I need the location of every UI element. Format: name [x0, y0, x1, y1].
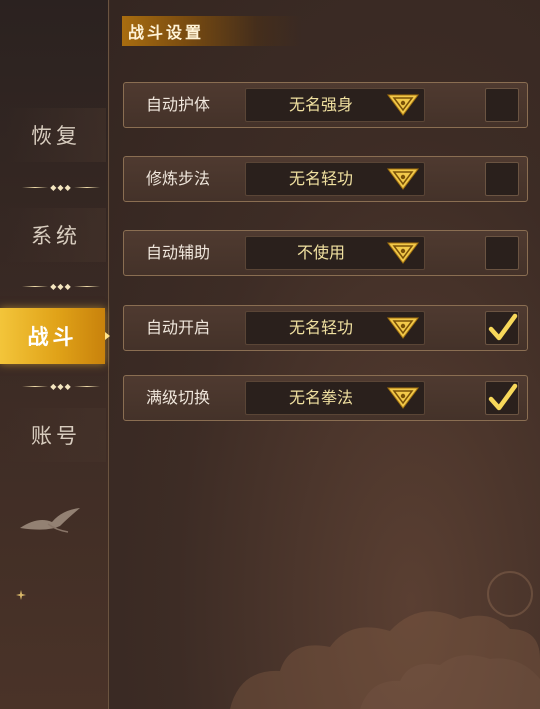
dropdown-arrow-icon [387, 94, 419, 116]
enable-checkbox[interactable] [485, 162, 519, 196]
cloud-decoration-icon [230, 571, 540, 709]
setting-label: 修炼步法 [146, 169, 211, 188]
enable-checkbox[interactable] [485, 381, 519, 415]
setting-label: 满级切换 [146, 388, 211, 407]
sidebar-item-label: 恢复 [31, 124, 81, 148]
sidebar-item-battle[interactable]: 战斗 [0, 308, 110, 364]
sparkle-icon [16, 590, 26, 600]
sidebar: 恢复 ◆◆◆ 系统 ◆◆◆ 战斗 ◆◆◆ 账号 [0, 0, 110, 709]
setting-row-auto-protect: 自动护体 无名强身 [123, 82, 528, 128]
sidebar-divider: ◆◆◆ [22, 182, 100, 192]
enable-checkbox[interactable] [485, 236, 519, 270]
enable-checkbox[interactable] [485, 88, 519, 122]
dropdown-arrow-icon [387, 242, 419, 264]
select-value: 无名轻功 [288, 318, 353, 337]
skill-select[interactable]: 无名轻功 [245, 162, 425, 196]
setting-label: 自动开启 [146, 318, 211, 337]
setting-row-auto-assist: 自动辅助 不使用 [123, 230, 528, 276]
setting-label: 自动辅助 [146, 243, 211, 262]
enable-checkbox[interactable] [485, 311, 519, 345]
sidebar-item-label: 系统 [31, 224, 81, 248]
check-icon [488, 383, 518, 411]
dropdown-arrow-icon [387, 387, 419, 409]
sidebar-divider: ◆◆◆ [22, 281, 100, 291]
select-value: 不使用 [296, 243, 345, 262]
check-icon [488, 313, 518, 341]
sidebar-item-system[interactable]: 系统 [6, 208, 106, 262]
sidebar-item-label: 战斗 [27, 324, 78, 349]
sidebar-item-account[interactable]: 账号 [6, 408, 106, 462]
setting-row-footwork: 修炼步法 无名轻功 [123, 156, 528, 202]
sidebar-item-restore[interactable]: 恢复 [6, 108, 106, 162]
skill-select[interactable]: 无名强身 [245, 88, 425, 122]
sidebar-item-label: 账号 [31, 424, 81, 448]
setting-row-max-level-switch: 满级切换 无名拳法 [123, 375, 528, 421]
skill-select[interactable]: 无名拳法 [245, 381, 425, 415]
dropdown-arrow-icon [387, 168, 419, 190]
dropdown-arrow-icon [387, 317, 419, 339]
sidebar-divider: ◆◆◆ [22, 381, 100, 391]
setting-row-auto-enable: 自动开启 无名轻功 [123, 305, 528, 351]
skill-select[interactable]: 不使用 [245, 236, 425, 270]
skill-select[interactable]: 无名轻功 [245, 311, 425, 345]
select-value: 无名轻功 [288, 169, 353, 188]
select-value: 无名强身 [288, 95, 353, 114]
crane-decoration-icon [20, 508, 80, 533]
page-title: 战斗设置 [122, 16, 302, 46]
settings-panel: 战斗设置 自动护体 无名强身 修炼步法 无名轻功 自动辅助 不使用 自动开启 无… [110, 0, 540, 709]
select-value: 无名拳法 [288, 388, 353, 407]
setting-label: 自动护体 [146, 95, 211, 114]
